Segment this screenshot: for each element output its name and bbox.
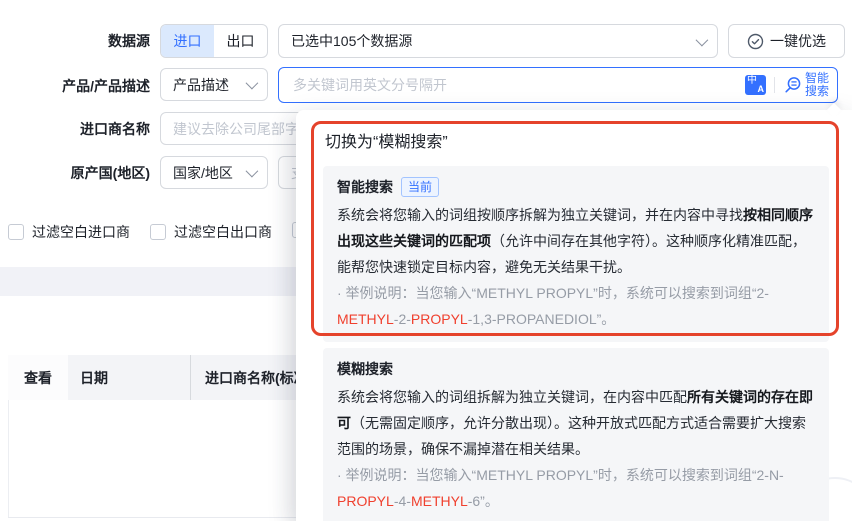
- data-source-select-value: 已选中105个数据源: [291, 33, 413, 49]
- keyword-search-input-wrap: 中 A 智能 搜索: [278, 67, 838, 103]
- smart-search-description: 系统会将您输入的词组按顺序拆解为独立关键词，并在内容中寻找按相同顺序出现这些关键…: [337, 202, 815, 280]
- checkbox-icon: [8, 224, 24, 240]
- filter-blank-importer-checkbox[interactable]: 过滤空白进口商: [8, 222, 130, 242]
- input-suffix-divider: [773, 77, 775, 93]
- example-text: · 举例说明：当您输入“METHYL PROPYL”时，系统可以搜索到词组“2-…: [337, 467, 784, 483]
- smart-search-mode-button[interactable]: 智能 搜索: [805, 72, 829, 98]
- country-region-select-value: 国家/地区: [173, 164, 233, 181]
- search-mode-popup: 切换为“模糊搜索” 智能搜索 当前 系统会将您输入的词组按顺序拆解为独立关键词，…: [296, 110, 852, 521]
- product-type-select-value: 产品描述: [173, 76, 229, 93]
- checkbox-label: 过滤空白进口商: [32, 224, 130, 240]
- fuzzy-search-description: 系统会将您输入的词组拆解为独立关键词，在内容中匹配所有关键词的存在即可（无需固定…: [337, 384, 815, 462]
- translate-icon[interactable]: 中 A: [744, 75, 766, 95]
- col-header-view: 查看: [8, 355, 68, 400]
- example-text: -2-: [393, 311, 411, 327]
- example-keyword: PROPYL: [337, 493, 394, 509]
- fuzzy-search-example: · 举例说明：当您输入“METHYL PROPYL”时，系统可以搜索到词组“2-…: [337, 462, 815, 514]
- example-text: -1,3-PROPANEDIOL”。: [467, 311, 616, 327]
- translate-en-glyph: A: [757, 84, 764, 94]
- checkbox-label: 过滤空白出口商: [174, 224, 272, 240]
- import-export-toggle: 进口 出口: [160, 24, 268, 58]
- example-text: -4-: [393, 493, 411, 509]
- trade-data-search-screen: 数据源 进口 出口 已选中105个数据源 一键优选 产品/产品描述 产品描述 中…: [0, 0, 852, 521]
- current-mode-badge: 当前: [401, 177, 440, 197]
- smart-search-section: 智能搜索 当前 系统会将您输入的词组按顺序拆解为独立关键词，并在内容中寻找按相同…: [323, 166, 829, 342]
- checkbox-icon: [150, 224, 166, 240]
- circle-check-icon: [747, 33, 764, 50]
- importer-name-label: 进口商名称: [80, 121, 150, 137]
- filter-blank-exporter-checkbox[interactable]: 过滤空白出口商: [150, 222, 272, 242]
- example-keyword: METHYL: [337, 311, 394, 327]
- keyword-search-input[interactable]: [291, 76, 745, 94]
- example-text: · 举例说明：当您输入“METHYL PROPYL”时，系统可以搜索到词组“2-: [337, 285, 769, 301]
- tab-import[interactable]: 进口: [161, 25, 214, 57]
- desc-text: （无需固定顺序，允许分散出现）。这种开放式匹配方式适合需要扩大搜索范围的场景，确…: [337, 415, 806, 457]
- one-click-optimize-label: 一键优选: [770, 33, 826, 49]
- origin-country-label: 原产国(地区): [70, 165, 150, 181]
- fuzzy-search-section: 模糊搜索 系统会将您输入的词组拆解为独立关键词，在内容中匹配所有关键词的存在即可…: [323, 348, 829, 521]
- data-source-select[interactable]: 已选中105个数据源: [278, 24, 718, 58]
- one-click-optimize-button[interactable]: 一键优选: [728, 24, 845, 58]
- smart-search-label-line2: 搜索: [804, 84, 829, 98]
- chevron-down-icon: [245, 164, 259, 178]
- switch-to-fuzzy-search-option[interactable]: 切换为“模糊搜索”: [325, 133, 448, 153]
- product-type-select[interactable]: 产品描述: [160, 68, 268, 101]
- data-source-label: 数据源: [108, 33, 150, 49]
- product-desc-label: 产品/产品描述: [62, 78, 150, 94]
- desc-text: 系统会将您输入的词组按顺序拆解为独立关键词，并在内容中寻找: [337, 207, 743, 223]
- col-header-date: 日期: [68, 355, 190, 400]
- smart-search-heading: 智能搜索: [337, 179, 393, 195]
- example-keyword: PROPYL: [410, 311, 468, 327]
- smart-search-icon[interactable]: [783, 76, 802, 95]
- translate-zh-glyph: 中: [746, 75, 757, 86]
- fuzzy-search-heading: 模糊搜索: [337, 361, 393, 377]
- example-text: -6”。: [467, 493, 499, 509]
- country-region-select[interactable]: 国家/地区: [160, 156, 268, 189]
- example-keyword: METHYL: [410, 493, 468, 509]
- chevron-down-icon: [695, 33, 709, 46]
- tab-export[interactable]: 出口: [214, 25, 267, 57]
- desc-text: 系统会将您输入的词组拆解为独立关键词，在内容中匹配: [337, 389, 687, 405]
- chevron-down-icon: [245, 76, 259, 90]
- smart-search-example: · 举例说明：当您输入“METHYL PROPYL”时，系统可以搜索到词组“2-…: [337, 280, 815, 332]
